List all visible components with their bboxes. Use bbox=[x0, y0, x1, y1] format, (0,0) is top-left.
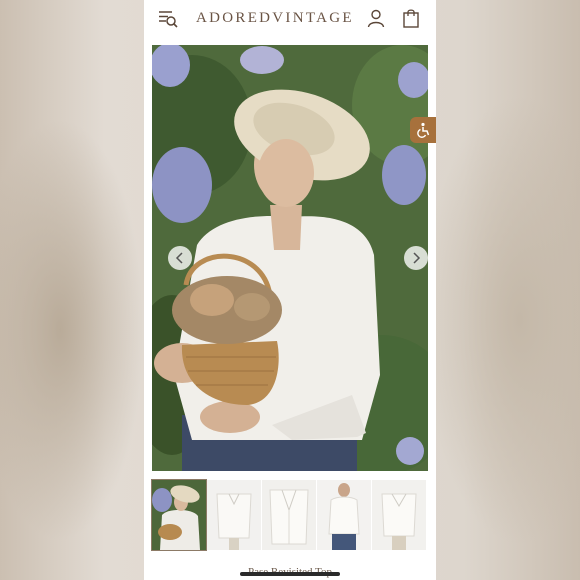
user-icon[interactable] bbox=[366, 8, 386, 28]
chevron-right-icon bbox=[413, 252, 421, 264]
thumbnail-strip bbox=[151, 479, 428, 551]
previous-image-button[interactable] bbox=[168, 246, 192, 270]
wheelchair-icon bbox=[417, 122, 430, 138]
next-image-button[interactable] bbox=[404, 246, 428, 270]
home-indicator bbox=[240, 572, 340, 576]
site-header: ADOREDVINTAGE bbox=[144, 0, 436, 38]
thumbnail-3[interactable] bbox=[262, 480, 316, 550]
shopping-bag-icon[interactable] bbox=[402, 8, 420, 28]
mobile-page: ADOREDVINTAGE bbox=[144, 0, 436, 580]
thumbnail-2[interactable] bbox=[207, 480, 261, 550]
thumbnail-1[interactable] bbox=[151, 479, 207, 551]
site-logo[interactable]: ADOREDVINTAGE bbox=[196, 10, 352, 27]
thumbnail-5[interactable] bbox=[372, 480, 426, 550]
accessibility-button[interactable] bbox=[410, 117, 436, 143]
menu-search-icon[interactable] bbox=[158, 9, 178, 29]
thumbnail-4[interactable] bbox=[317, 480, 371, 550]
chevron-left-icon bbox=[175, 252, 183, 264]
product-main-image[interactable] bbox=[152, 45, 428, 471]
